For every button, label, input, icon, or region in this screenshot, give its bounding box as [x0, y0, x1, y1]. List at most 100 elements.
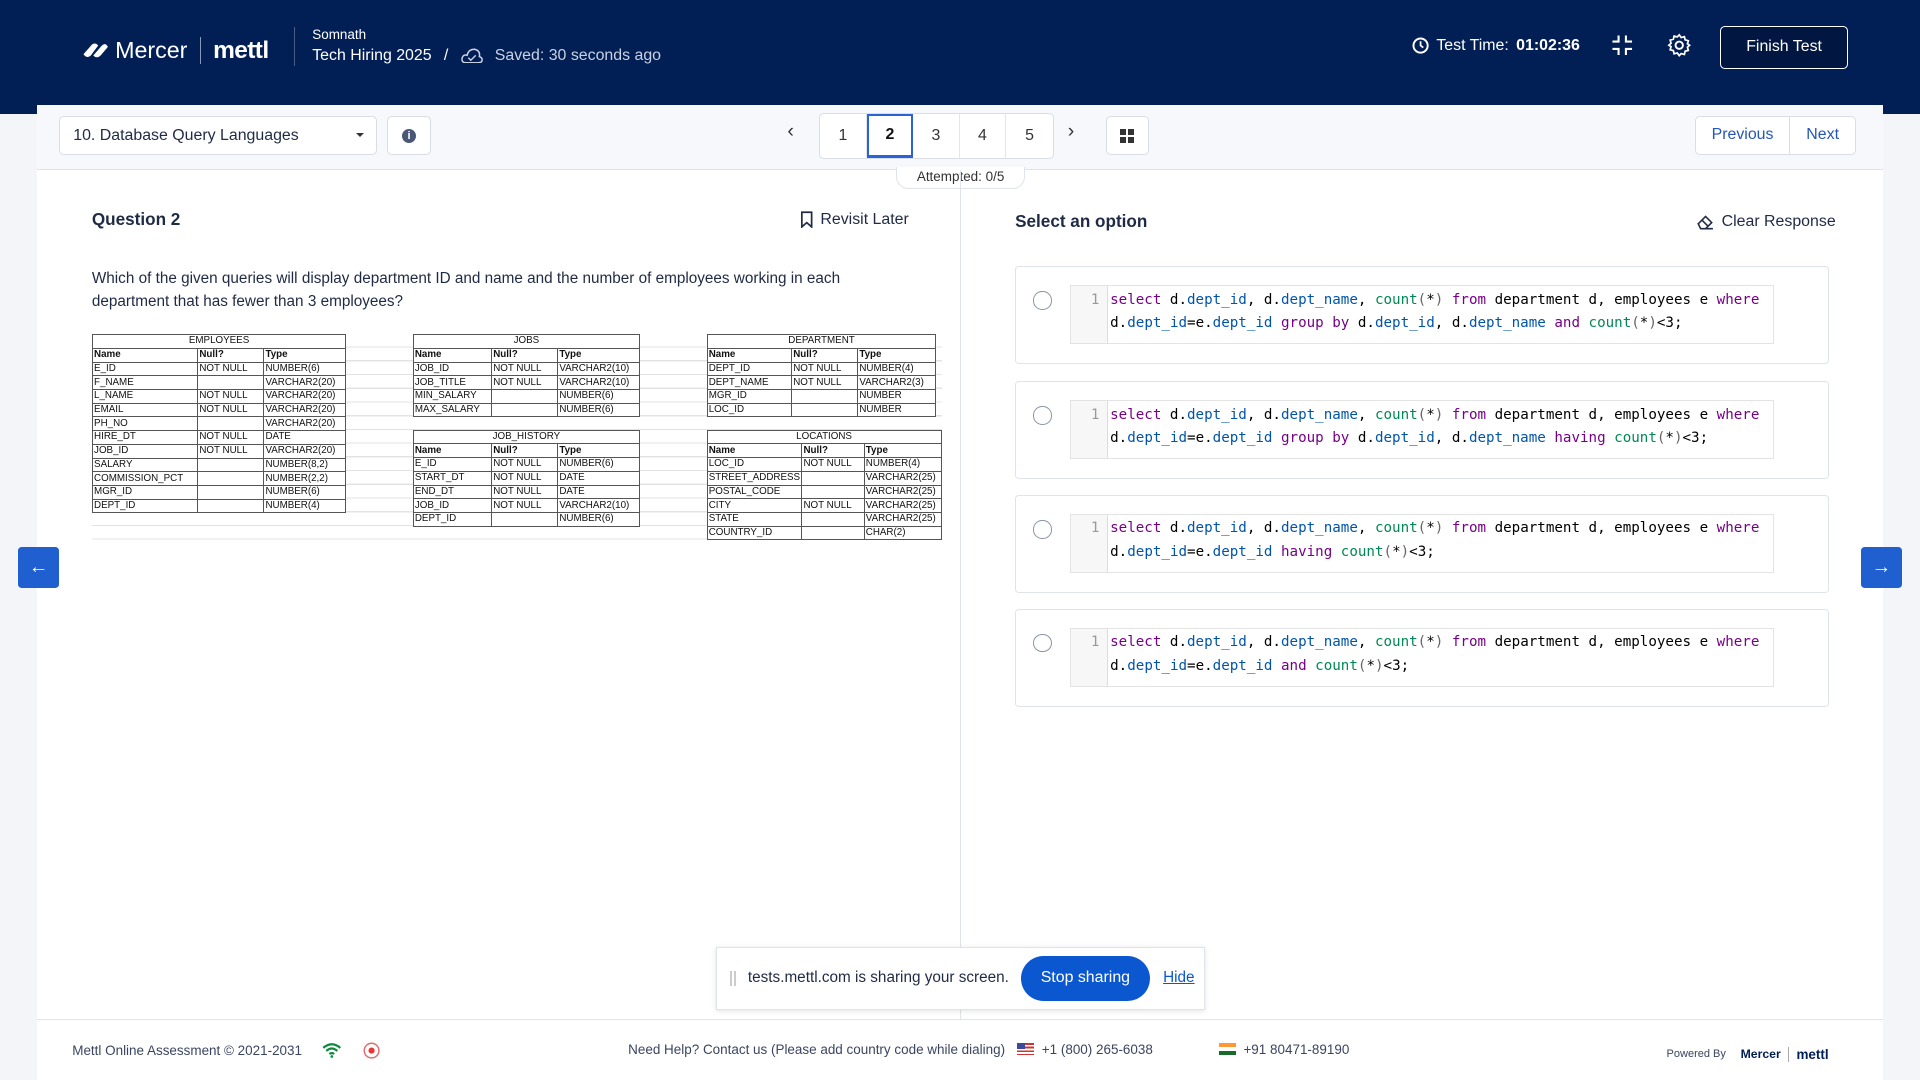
column-header: Type	[857, 347, 937, 363]
table-cell: E_ID	[412, 457, 492, 472]
code-token-fn: count	[1340, 544, 1384, 561]
table-cell: NOT NULL	[197, 361, 265, 377]
previous-button[interactable]: Previous	[1696, 117, 1791, 155]
table-cell: NOT NULL	[197, 430, 265, 445]
schema-table-locations: LOCATIONS Name Null? Type LOC_ID NOT NULL NUMB…	[706, 429, 942, 541]
info-button[interactable]: i	[386, 116, 432, 156]
code-block: 1 select d.dept_id, d.dept_name, count(*)…	[1069, 627, 1775, 687]
code-token: =e.	[1187, 658, 1213, 675]
table-row: DEPT_NAME NOT NULL VARCHAR2(3)	[706, 375, 937, 391]
option-radio[interactable]	[1033, 406, 1052, 425]
prev-next-group: Previous Next	[1694, 116, 1856, 156]
copyright: Mettl Online Assessment © 2021-2031	[72, 1042, 303, 1058]
table-row: LOC_ID NOT NULL NUMBER(4)	[706, 457, 942, 472]
page-prev-arrow-icon[interactable]: ‹	[787, 120, 794, 143]
top-header: Mercer mettl Somnath Tech Hiring 2025 / …	[0, 0, 1920, 114]
table-row: MGR_ID NUMBER(6)	[91, 484, 347, 500]
schema-image: EMPLOYEES Name Null? Type E_ID NOT NULL NUMBER…	[91, 334, 942, 545]
table-cell	[801, 511, 865, 527]
code-token: d.	[1161, 291, 1188, 308]
gear-icon[interactable]	[1666, 33, 1691, 58]
grid-icon[interactable]	[1105, 116, 1149, 156]
page-1[interactable]: 1	[820, 113, 867, 158]
stop-sharing-button[interactable]: Stop sharing	[1021, 955, 1150, 1001]
code-token-kw: and	[1281, 658, 1307, 675]
column-header: Null?	[801, 443, 865, 459]
page-next-arrow-icon[interactable]: ›	[1068, 120, 1075, 143]
table-row: COUNTRY_ID CHAR(2)	[706, 525, 942, 541]
drag-handle[interactable]	[729, 971, 736, 986]
table-row: E_ID NOT NULL NUMBER(6)	[412, 457, 641, 472]
code-token-pun: )	[1648, 315, 1657, 332]
us-phone: +1 (800) 265-6038	[1041, 1041, 1153, 1057]
table-cell: DEPT_NAME	[706, 375, 792, 391]
code-token-kw: group by	[1281, 430, 1350, 447]
option-1[interactable]: 1 select d.dept_id, d.dept_name, count(*)…	[1015, 265, 1830, 364]
pane-divider[interactable]	[959, 170, 962, 1019]
option-radio[interactable]	[1033, 520, 1052, 539]
option-4[interactable]: 1 select d.dept_id, d.dept_name, count(*)…	[1015, 608, 1830, 707]
code-token-prop: dept_name	[1280, 634, 1358, 651]
code-token-pun: )	[1374, 658, 1384, 675]
page-4[interactable]: 4	[960, 113, 1007, 158]
table-cell: NUMBER(8,2)	[263, 457, 347, 473]
column-header: Name	[412, 347, 492, 363]
page-3[interactable]: 3	[913, 113, 960, 158]
page-2[interactable]: 2	[866, 113, 914, 158]
wifi-icon	[322, 1043, 341, 1058]
page-5[interactable]: 5	[1006, 114, 1053, 158]
table-cell	[791, 402, 859, 418]
code-token-kw: from	[1451, 634, 1487, 651]
table-caption: JOBS	[412, 334, 641, 349]
code-token-fn: count	[1374, 406, 1418, 423]
table-row: START_DT NOT NULL DATE	[412, 470, 641, 486]
table-cell: MGR_ID	[91, 484, 199, 500]
code-token-kw: from	[1451, 291, 1487, 308]
schema-table-jobs: JOBS Name Null? Type JOB_ID NOT NULL VARCHAR2(…	[412, 334, 641, 418]
next-button[interactable]: Next	[1790, 117, 1855, 154]
brand-name: Mercer	[115, 37, 188, 64]
option-radio[interactable]	[1033, 291, 1052, 310]
table-row: END_DT NOT NULL DATE	[412, 484, 641, 500]
code-token-prop: dept_name	[1468, 315, 1546, 332]
code-token-kw: group by	[1281, 315, 1350, 332]
table-row: CITY NOT NULL VARCHAR2(25)	[706, 498, 942, 513]
table-cell: E_ID	[91, 361, 199, 377]
finish-test-button[interactable]: Finish Test	[1720, 25, 1848, 69]
code-token-kw: select	[1110, 291, 1162, 308]
table-cell: NUMBER(2,2)	[263, 471, 347, 487]
code-token-pun: (	[1417, 634, 1427, 651]
table-cell: NUMBER(6)	[263, 484, 347, 500]
hide-link[interactable]: Hide	[1163, 969, 1194, 987]
table-cell: NOT NULL	[491, 470, 559, 486]
question-text: Which of the given queries will display …	[91, 269, 841, 311]
option-2[interactable]: 1 select d.dept_id, d.dept_name, count(*)…	[1015, 380, 1830, 479]
table-row: STATE VARCHAR2(25)	[706, 511, 942, 527]
clear-response-label: Clear Response	[1721, 213, 1836, 231]
saved-status: Saved: 30 seconds ago	[494, 46, 662, 64]
code-token-prop: dept_name	[1280, 520, 1358, 537]
section-select[interactable]: 10. Database Query Languages	[58, 116, 378, 156]
column-header: Type	[557, 347, 641, 363]
logo-divider	[199, 37, 201, 65]
code-token-prop: dept_id	[1212, 315, 1273, 332]
table-row: PH_NO VARCHAR2(20)	[91, 416, 347, 432]
table-cell: STREET_ADDRESS	[706, 470, 803, 486]
exit-fullscreen-icon[interactable]	[1610, 33, 1634, 57]
question-pager: 1 2 3 4 5	[819, 112, 1054, 159]
line-number: 1	[1070, 286, 1108, 343]
code-token-kw: from	[1451, 406, 1487, 423]
code-token: *	[1426, 634, 1435, 651]
option-radio[interactable]	[1033, 634, 1052, 653]
arrow-left-icon[interactable]: ←	[18, 547, 59, 588]
app: Mercer mettl Somnath Tech Hiring 2025 / …	[0, 0, 1920, 1080]
question-title: Question 2	[91, 209, 181, 230]
table-cell: DATE	[263, 430, 347, 445]
table-cell: VARCHAR2(3)	[857, 375, 937, 391]
code-token-prop: dept_id	[1127, 658, 1188, 675]
arrow-right-icon[interactable]: →	[1861, 547, 1902, 588]
clear-response-button[interactable]: Clear Response	[1697, 213, 1836, 231]
timer-value: 01:02:36	[1516, 36, 1580, 54]
revisit-later-button[interactable]: Revisit Later	[800, 211, 909, 229]
option-3[interactable]: 1 select d.dept_id, d.dept_name, count(*)…	[1015, 494, 1830, 593]
